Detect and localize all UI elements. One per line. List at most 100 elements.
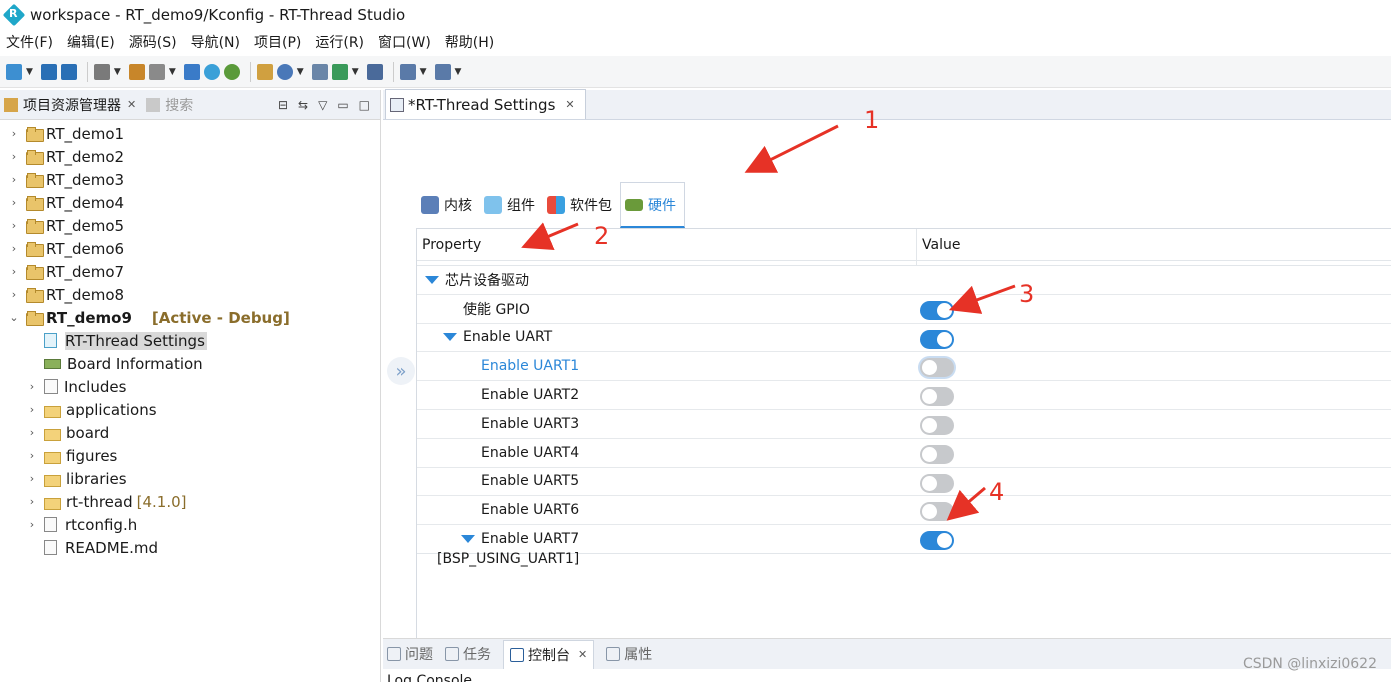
tab-components[interactable]: 组件 — [480, 182, 543, 228]
menu-run[interactable]: 运行(R) — [315, 32, 364, 52]
back-arrow-icon[interactable] — [399, 63, 416, 80]
menu-file[interactable]: 文件(F) — [6, 32, 53, 52]
menu-source[interactable]: 源码(S) — [129, 32, 177, 52]
grid-row-gpio[interactable]: 使能 GPIO — [417, 295, 1391, 324]
uart-group-toggle[interactable] — [920, 329, 954, 349]
chevron-right-icon[interactable]: › — [8, 127, 20, 140]
download-icon[interactable] — [331, 63, 348, 80]
maximize-icon[interactable]: □ — [359, 98, 370, 112]
tree-item-includes[interactable]: › Includes — [0, 375, 380, 398]
save-all-icon[interactable] — [60, 63, 77, 80]
gpio-toggle[interactable] — [920, 300, 954, 320]
menu-window[interactable]: 窗口(W) — [378, 32, 431, 52]
tree-item-project[interactable]: › RT_demo8 — [0, 283, 380, 306]
grid-row-uart7[interactable]: Enable UART7 — [417, 525, 1391, 554]
terminal-icon[interactable] — [183, 63, 200, 80]
tab-kernel[interactable]: 内核 — [417, 182, 480, 228]
tree-item-project[interactable]: › RT_demo1 — [0, 122, 380, 145]
chevron-right-icon[interactable]: › — [26, 495, 38, 508]
minimize-icon[interactable]: ▭ — [337, 98, 348, 112]
tree-item-file[interactable]: README.md — [0, 536, 380, 559]
tree-item-folder[interactable]: › figures — [0, 444, 380, 467]
open-folder-icon[interactable] — [256, 63, 273, 80]
menu-help[interactable]: 帮助(H) — [445, 32, 494, 52]
menu-navigate[interactable]: 导航(N) — [191, 32, 240, 52]
chevron-right-icon[interactable]: › — [8, 288, 20, 301]
rebuild-icon[interactable] — [128, 63, 145, 80]
tree-item-folder[interactable]: › rt-thread [4.1.0] — [0, 490, 380, 513]
link-with-editor-icon[interactable]: ⇆ — [298, 98, 308, 112]
chevron-right-icon[interactable]: › — [8, 242, 20, 255]
chevron-down-icon[interactable]: ⌄ — [8, 311, 20, 324]
tree-item-project[interactable]: › RT_demo7 — [0, 260, 380, 283]
tab-hardware[interactable]: 硬件 — [620, 182, 685, 228]
clean-dropdown-icon[interactable]: ▼ — [169, 67, 176, 77]
search-icon[interactable] — [276, 63, 293, 80]
uart7-toggle[interactable] — [920, 531, 954, 551]
chevron-right-icon[interactable]: › — [26, 472, 38, 485]
chevron-right-icon[interactable]: › — [8, 196, 20, 209]
chevron-right-icon[interactable]: › — [8, 219, 20, 232]
chevron-right-icon[interactable]: › — [8, 265, 20, 278]
close-icon[interactable]: ✕ — [565, 98, 574, 111]
tree-item-rt-thread-settings[interactable]: RT-Thread Settings — [0, 329, 380, 352]
project-explorer-tab[interactable]: 项目资源管理器 ✕ — [4, 95, 136, 115]
uart2-toggle[interactable] — [920, 387, 954, 407]
save-icon[interactable] — [40, 63, 57, 80]
tree-item-board-information[interactable]: Board Information — [0, 352, 380, 375]
tree-item-active-project[interactable]: ⌄ RT_demo9 [Active - Debug] — [0, 306, 380, 329]
value-column-header[interactable]: Value — [917, 229, 960, 260]
clean-icon[interactable] — [148, 63, 165, 80]
close-icon[interactable]: ✕ — [578, 648, 587, 661]
tree-item-folder[interactable]: › libraries — [0, 467, 380, 490]
chevron-right-icon[interactable]: › — [26, 518, 38, 531]
new-icon[interactable] — [6, 63, 22, 80]
layers-icon[interactable] — [366, 63, 383, 80]
tab-console[interactable]: 控制台 ✕ — [503, 639, 595, 669]
back-dropdown-icon[interactable]: ▼ — [420, 67, 427, 77]
grid-row-section[interactable]: 芯片设备驱动 — [417, 266, 1391, 295]
chevron-right-icon[interactable]: › — [26, 426, 38, 439]
expand-down-icon[interactable] — [443, 333, 457, 342]
build-hammer-icon[interactable] — [93, 63, 110, 80]
expand-down-icon[interactable] — [425, 275, 439, 284]
forward-dropdown-icon[interactable]: ▼ — [455, 67, 462, 77]
collapse-all-icon[interactable]: ⊟ — [278, 98, 288, 112]
chevron-right-icon[interactable]: › — [26, 403, 38, 416]
new-dropdown-icon[interactable]: ▼ — [26, 67, 33, 77]
marker-icon[interactable] — [311, 63, 328, 80]
uart6-toggle[interactable] — [920, 502, 954, 522]
editor-tab-rt-thread-settings[interactable]: *RT-Thread Settings ✕ — [385, 89, 586, 119]
property-column-header[interactable]: Property — [417, 229, 917, 260]
menu-edit[interactable]: 编辑(E) — [67, 32, 115, 52]
chevron-right-icon[interactable]: › — [26, 449, 38, 462]
uart5-toggle[interactable] — [920, 473, 954, 493]
chevron-right-icon[interactable]: › — [8, 150, 20, 163]
tab-properties[interactable]: 属性 — [606, 644, 652, 664]
menu-project[interactable]: 项目(P) — [254, 32, 301, 52]
tree-item-project[interactable]: › RT_demo6 — [0, 237, 380, 260]
uart4-toggle[interactable] — [920, 444, 954, 464]
tree-item-project[interactable]: › RT_demo5 — [0, 214, 380, 237]
tree-item-project[interactable]: › RT_demo3 — [0, 168, 380, 191]
tree-item-folder[interactable]: › applications — [0, 398, 380, 421]
tree-item-file[interactable]: › rtconfig.h — [0, 513, 380, 536]
grid-row-uart3[interactable]: Enable UART3 — [417, 410, 1391, 439]
debug-bug-icon[interactable] — [223, 63, 240, 80]
tree-item-project[interactable]: › RT_demo4 — [0, 191, 380, 214]
download-dropdown-icon[interactable]: ▼ — [352, 67, 359, 77]
grid-row-uart2[interactable]: Enable UART2 — [417, 381, 1391, 410]
chevron-right-icon[interactable]: › — [26, 380, 38, 393]
settings-gear-icon[interactable] — [203, 63, 220, 80]
grid-row-uart6[interactable]: Enable UART6 — [417, 496, 1391, 526]
tab-problems[interactable]: 问题 — [387, 644, 433, 664]
close-icon[interactable]: ✕ — [127, 98, 136, 111]
grid-row-uart5[interactable]: Enable UART5 — [417, 468, 1391, 497]
tree-item-folder[interactable]: › board — [0, 421, 380, 444]
search-dropdown-icon[interactable]: ▼ — [297, 67, 304, 77]
forward-arrow-icon[interactable] — [434, 63, 451, 80]
grid-row-uart1[interactable]: Enable UART1 — [417, 352, 1391, 382]
expand-down-icon[interactable] — [461, 535, 475, 544]
grid-row-uart-group[interactable]: Enable UART — [417, 324, 1391, 353]
chevron-right-icon[interactable]: › — [8, 173, 20, 186]
